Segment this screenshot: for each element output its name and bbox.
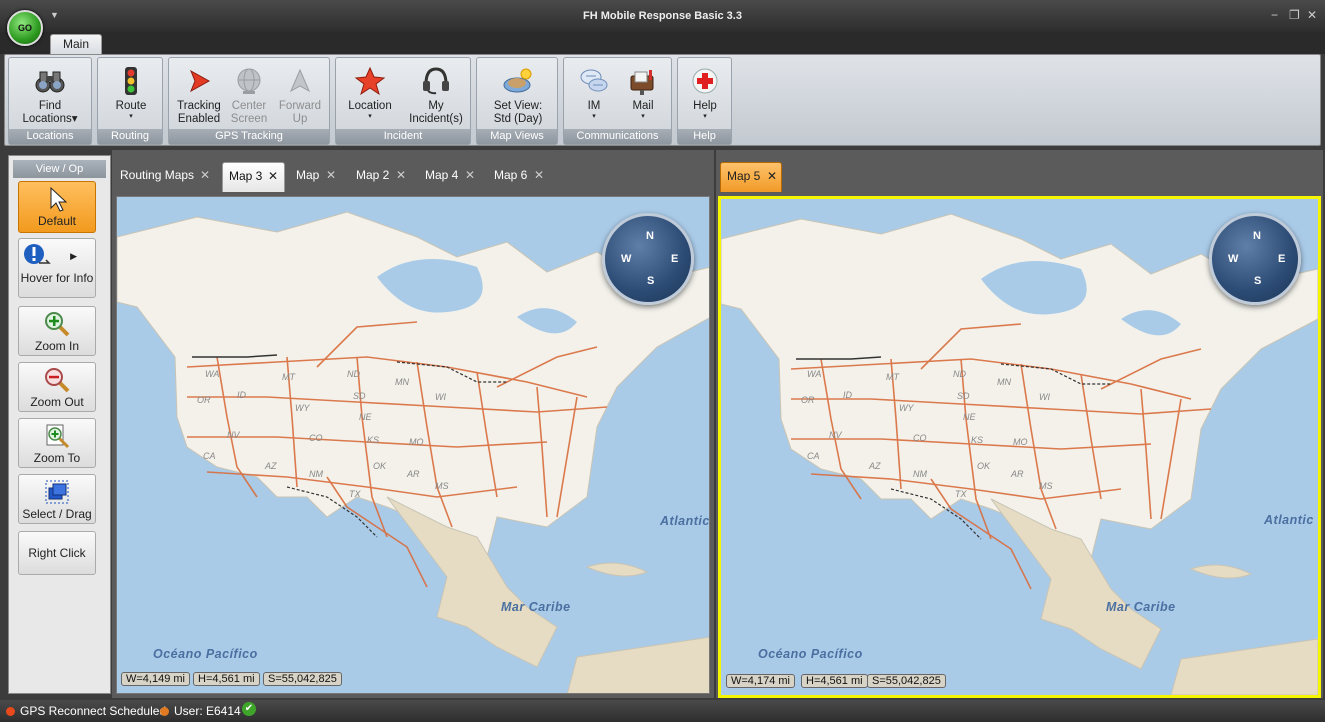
compass-icon[interactable]: N S E W (602, 213, 694, 305)
ribbon-group-help: Help ▾ Help (677, 57, 732, 145)
star-icon (354, 66, 386, 96)
user-icon (160, 707, 169, 716)
tab-map-6[interactable]: Map 6 ✕ (488, 162, 550, 192)
ribbon-group-map-views: Set View: Std (Day) Map Views (476, 57, 558, 145)
tab-map-5[interactable]: Map 5 ✕ (720, 162, 782, 192)
set-view-button[interactable]: Set View: Std (Day) (488, 62, 548, 128)
map-5-view[interactable]: WA MT ND MN OR ID WY SD NE WI NV CO KS M… (718, 196, 1321, 698)
quick-access-dropdown[interactable]: ▼ (50, 10, 59, 20)
right-map-pane: Map 5 ✕ WA MT ND MN OR ID WY SD NE WI NV… (716, 150, 1323, 698)
minimize-button[interactable]: − (1271, 8, 1278, 22)
restore-button[interactable]: ❐ (1289, 8, 1300, 22)
app-title: FH Mobile Response Basic 3.3 (583, 10, 742, 22)
my-incidents-button[interactable]: My Incident(s) (406, 62, 466, 128)
binoculars-icon (34, 66, 66, 96)
zoom-out-button[interactable]: Zoom Out (18, 362, 96, 412)
group-label-map-views: Map Views (477, 129, 557, 144)
close-tab-icon[interactable]: ✕ (326, 162, 336, 188)
group-label-locations: Locations (9, 129, 91, 144)
pacifico-label: Océano Pacífico (153, 647, 258, 661)
close-tab-icon[interactable]: ✕ (268, 163, 278, 189)
right-click-button[interactable]: Right Click (18, 531, 96, 575)
traffic-light-icon (115, 66, 147, 96)
forward-up-button[interactable]: Forward Up (270, 62, 330, 128)
caribe-label: Mar Caribe (501, 600, 571, 614)
tab-map[interactable]: Map ✕ (290, 162, 344, 192)
group-label-gps-tracking: GPS Tracking (169, 129, 329, 144)
default-tool-button[interactable]: Default (18, 181, 96, 233)
select-drag-button[interactable]: Select / Drag (18, 474, 96, 524)
map-width-readout: W=4,174 mi (726, 674, 795, 688)
chat-bubbles-icon (578, 66, 610, 96)
forward-up-icon (284, 66, 316, 96)
ribbon-group-gps-tracking: Tracking Enabled Center Screen Forward U… (168, 57, 330, 145)
map-scale-readout: S=55,042,825 (867, 674, 946, 688)
title-bar: FH Mobile Response Basic 3.3 ▼ − ❐ ✕ (0, 0, 1325, 32)
zoom-to-icon (44, 423, 70, 449)
group-label-help: Help (678, 129, 731, 144)
map-view-icon (502, 66, 534, 96)
right-map-tabs: Map 5 ✕ (716, 150, 1323, 194)
headset-icon (420, 66, 452, 96)
go-orb-button[interactable]: GO (7, 10, 43, 46)
tab-map-4[interactable]: Map 4 ✕ (419, 162, 481, 192)
submenu-arrow-icon[interactable]: ▶ (70, 251, 77, 262)
map-height-readout: H=4,561 mi (801, 674, 868, 688)
atlantic-label: Atlantic (1264, 513, 1314, 527)
mail-button[interactable]: Mail ▾ (613, 62, 673, 128)
map-scale-readout: S=55,042,825 (263, 672, 342, 686)
cursor-icon (44, 186, 70, 212)
tab-main[interactable]: Main (50, 34, 102, 54)
ribbon-group-routing: Route ▾ Routing (97, 57, 163, 145)
find-locations-button[interactable]: Find Locations▾ (20, 62, 80, 128)
tab-map-3[interactable]: Map 3 ✕ (222, 162, 285, 192)
atlantic-label: Atlantic (660, 514, 710, 528)
status-bar: GPS Reconnect Scheduled User: E6414 ✔ (0, 700, 1325, 722)
gps-status-icon (6, 707, 15, 716)
route-button[interactable]: Route ▾ (101, 62, 161, 128)
select-drag-icon (44, 479, 70, 505)
ribbon: Find Locations▾ Locations Route ▾ Routin… (4, 54, 1321, 146)
user-status[interactable]: User: E6414 (160, 704, 241, 718)
mailbox-icon (627, 66, 659, 96)
group-label-incident: Incident (336, 129, 470, 144)
ribbon-group-incident: Location ▾ My Incident(s) Incident (335, 57, 471, 145)
caribe-label: Mar Caribe (1106, 600, 1176, 614)
ribbon-tab-row: Main (0, 32, 1325, 54)
ribbon-group-communications: IM ▾ Mail ▾ Communications (563, 57, 672, 145)
tab-map-2[interactable]: Map 2 ✕ (350, 162, 410, 192)
left-map-pane: Routing Maps ✕ Map 3 ✕ Map ✕ Map 2 ✕ Map… (112, 150, 714, 698)
group-label-communications: Communications (564, 129, 671, 144)
ribbon-group-locations: Find Locations▾ Locations (8, 57, 92, 145)
gps-status[interactable]: GPS Reconnect Scheduled (6, 704, 166, 718)
help-button[interactable]: Help ▾ (675, 62, 735, 128)
pacifico-label: Océano Pacífico (758, 647, 863, 661)
map-height-readout: H=4,561 mi (193, 672, 260, 686)
left-map-tabs: Routing Maps ✕ Map 3 ✕ Map ✕ Map 2 ✕ Map… (112, 150, 714, 194)
map-3-view[interactable]: WA MT ND MN OR ID WY SD NE WI NV CO KS M… (116, 196, 710, 694)
incident-location-button[interactable]: Location ▾ (340, 62, 400, 128)
map-width-readout: W=4,149 mi (121, 672, 190, 686)
compass-icon[interactable]: N S E W (1209, 213, 1301, 305)
tab-routing-maps[interactable]: Routing Maps ✕ (114, 162, 218, 192)
zoom-to-button[interactable]: Zoom To (18, 418, 96, 468)
view-op-header: View / Op (13, 160, 106, 178)
close-tab-icon[interactable]: ✕ (534, 162, 544, 188)
close-tab-icon[interactable]: ✕ (396, 162, 406, 188)
group-label-routing: Routing (98, 129, 162, 144)
zoom-in-button[interactable]: Zoom In (18, 306, 96, 356)
zoom-out-icon (44, 367, 70, 393)
hover-for-info-button[interactable]: ▶ Hover for Info (18, 238, 96, 298)
tracking-arrow-icon (183, 66, 215, 96)
globe-icon (233, 66, 265, 96)
connected-check-icon: ✔ (242, 702, 256, 716)
close-tab-icon[interactable]: ✕ (767, 163, 777, 189)
help-cross-icon (689, 66, 721, 96)
view-op-panel: View / Op Default ▶ Hover for Info Zoom … (8, 155, 111, 694)
close-tab-icon[interactable]: ✕ (200, 162, 210, 188)
close-tab-icon[interactable]: ✕ (465, 162, 475, 188)
close-button[interactable]: ✕ (1307, 8, 1317, 22)
zoom-in-icon (44, 311, 70, 337)
info-hover-icon (23, 243, 51, 269)
